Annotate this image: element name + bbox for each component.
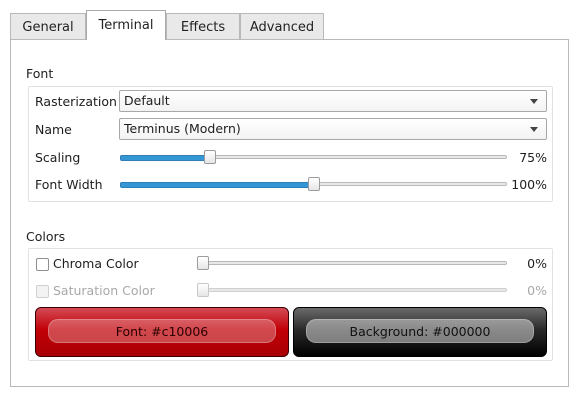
rasterization-value: Default xyxy=(124,93,170,108)
scaling-slider[interactable] xyxy=(120,150,507,164)
saturation-color-checkbox[interactable] xyxy=(36,285,49,298)
rasterization-label: Rasterization xyxy=(35,94,117,109)
chroma-color-label: Chroma Color xyxy=(53,256,139,271)
chevron-down-icon xyxy=(530,127,538,132)
scaling-value: 75% xyxy=(519,150,547,165)
color-buttons-row: Font: #c10006 Background: #000000 xyxy=(35,307,549,357)
chroma-color-slider[interactable] xyxy=(197,256,507,270)
chroma-color-slider-handle[interactable] xyxy=(197,256,209,270)
tab-bar: General Terminal Effects Advanced xyxy=(10,10,324,40)
font-width-label: Font Width xyxy=(35,177,103,192)
chroma-color-value: 0% xyxy=(527,256,547,271)
tab-general[interactable]: General xyxy=(10,13,86,40)
rasterization-combobox[interactable]: Default xyxy=(119,90,547,112)
saturation-color-slider-handle[interactable] xyxy=(197,283,209,297)
font-width-slider-handle[interactable] xyxy=(308,177,320,191)
name-label: Name xyxy=(35,122,72,137)
scaling-label: Scaling xyxy=(35,150,81,165)
chevron-down-icon xyxy=(530,99,538,104)
terminal-tab-pane: Font Rasterization Default Name Terminus… xyxy=(10,39,569,387)
font-color-button-label: Font: #c10006 xyxy=(48,319,276,343)
tab-effects[interactable]: Effects xyxy=(166,13,240,40)
chroma-color-checkbox[interactable] xyxy=(36,258,49,271)
scaling-slider-handle[interactable] xyxy=(204,150,216,164)
tab-advanced[interactable]: Advanced xyxy=(240,13,324,40)
font-width-slider-fill xyxy=(120,182,315,188)
font-section-title: Font xyxy=(26,66,54,81)
font-group: Rasterization Default Name Terminus (Mod… xyxy=(28,86,553,202)
font-color-button[interactable]: Font: #c10006 xyxy=(35,307,289,357)
scaling-slider-fill xyxy=(120,155,211,161)
background-color-button-label: Background: #000000 xyxy=(306,319,534,343)
saturation-color-label: Saturation Color xyxy=(53,283,155,298)
font-width-value: 100% xyxy=(511,177,547,192)
font-name-value: Terminus (Modern) xyxy=(124,121,241,136)
font-width-slider[interactable] xyxy=(120,177,507,191)
tab-terminal[interactable]: Terminal xyxy=(86,10,166,40)
saturation-color-slider[interactable] xyxy=(197,283,507,297)
background-color-button[interactable]: Background: #000000 xyxy=(293,307,547,357)
colors-section-title: Colors xyxy=(26,229,66,244)
colors-group: Chroma Color 0% Saturation Color 0% Font… xyxy=(28,248,553,361)
saturation-color-value: 0% xyxy=(527,283,547,298)
font-name-combobox[interactable]: Terminus (Modern) xyxy=(119,118,547,140)
